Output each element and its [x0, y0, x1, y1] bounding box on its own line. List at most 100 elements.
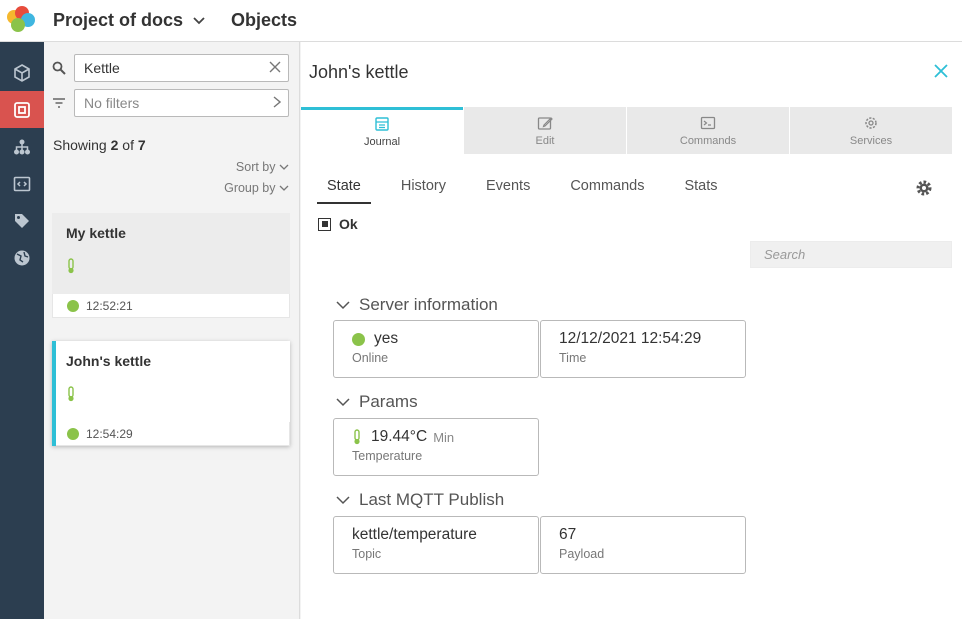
object-card-selected[interactable]: John's kettle 12:54:29 — [52, 341, 290, 446]
object-status: 12:52:21 — [52, 294, 290, 318]
nav-code-icon[interactable] — [0, 165, 44, 202]
clear-icon[interactable] — [269, 60, 281, 76]
online-field: yes Online — [333, 320, 539, 378]
online-label: Online — [352, 351, 389, 365]
state-indicator: Ok — [318, 216, 358, 232]
chevron-down-icon — [279, 185, 289, 191]
nav-hierarchy-icon[interactable] — [0, 128, 44, 165]
search-input-value: Kettle — [84, 60, 120, 76]
showing-prefix: Showing — [53, 137, 111, 153]
tab-services-label: Services — [849, 134, 893, 147]
topic-value: kettle/temperature — [352, 526, 477, 543]
object-card-body: My kettle — [52, 213, 290, 294]
nav-cube-icon[interactable] — [0, 54, 44, 91]
online-status-dot — [67, 427, 79, 440]
thermometer-icon — [66, 258, 276, 279]
subtab-history[interactable]: History — [391, 172, 456, 204]
filter-row: No filters — [52, 89, 290, 117]
left-nav — [0, 42, 44, 619]
section-server-info-title: Server information — [359, 295, 498, 314]
services-gear-icon — [865, 116, 877, 129]
state-label: Ok — [339, 216, 358, 232]
time-value: 12/12/2021 12:54:29 — [559, 330, 702, 347]
object-list-panel: Kettle No filters Showing 2 of 7 Sort by… — [44, 42, 300, 619]
nav-tag-icon[interactable] — [0, 202, 44, 239]
journal-icon — [375, 117, 389, 131]
temperature-unit: Min — [433, 429, 455, 445]
topic-field: kettle/temperature Topic — [333, 516, 539, 574]
close-button[interactable] — [934, 62, 948, 82]
chevron-down-icon — [336, 300, 350, 309]
nav-objects-icon[interactable] — [0, 91, 44, 128]
object-status: 12:54:29 — [52, 422, 290, 446]
tab-journal-label: Journal — [363, 136, 401, 148]
chevron-down-icon — [336, 495, 350, 504]
project-name: Project of docs — [53, 10, 184, 30]
sub-tabs: State History Events Commands Stats — [317, 172, 748, 204]
object-name: My kettle — [66, 225, 126, 241]
subtab-commands[interactable]: Commands — [560, 172, 654, 204]
search-row: Kettle — [52, 54, 290, 82]
state-icon — [318, 217, 331, 231]
section-params[interactable]: Params — [336, 392, 418, 412]
online-value: yes — [374, 330, 399, 347]
tab-journal[interactable]: Journal — [301, 107, 463, 154]
chevron-down-icon — [279, 164, 289, 170]
tab-commands[interactable]: Commands — [627, 107, 789, 154]
group-by-label: Group by — [224, 181, 276, 195]
subtab-stats[interactable]: Stats — [674, 172, 727, 204]
chevron-down-icon — [336, 397, 350, 406]
subtab-events[interactable]: Events — [476, 172, 540, 204]
results-count: Showing 2 of 7 — [53, 137, 146, 153]
object-detail-panel: John's kettle Journal Edit Commands Serv… — [301, 42, 962, 619]
section-mqtt[interactable]: Last MQTT Publish — [336, 490, 504, 510]
topic-label: Topic — [352, 547, 382, 561]
state-search-input[interactable]: Search — [750, 241, 952, 268]
search-icon — [52, 61, 74, 75]
section-title: Objects — [231, 10, 298, 30]
section-params-title: Params — [359, 392, 418, 411]
sort-by-label: Sort by — [235, 160, 276, 174]
close-icon — [934, 64, 948, 78]
terminal-icon — [700, 116, 716, 129]
temperature-value: 19.44°C — [371, 428, 428, 445]
thermometer-icon — [354, 429, 360, 445]
chevron-down-icon — [193, 14, 205, 28]
object-card[interactable]: My kettle 12:52:21 — [52, 213, 290, 318]
tab-services[interactable]: Services — [790, 107, 952, 154]
tab-commands-label: Commands — [679, 134, 737, 147]
group-by-dropdown[interactable]: Group by — [224, 181, 289, 195]
chevron-right-icon — [273, 95, 282, 111]
temperature-label: Temperature — [352, 449, 423, 463]
temperature-field: 19.44°C Min Temperature — [333, 418, 539, 476]
state-search-placeholder: Search — [764, 247, 806, 262]
time-field: 12/12/2021 12:54:29 Time — [540, 320, 746, 378]
tab-edit-label: Edit — [535, 134, 555, 147]
section-mqtt-title: Last MQTT Publish — [359, 490, 505, 509]
object-title: John's kettle — [309, 62, 409, 82]
sort-by-dropdown[interactable]: Sort by — [236, 160, 289, 174]
nav-globe-icon[interactable] — [0, 239, 44, 276]
showing-of: of — [118, 137, 138, 153]
subtab-state[interactable]: State — [317, 172, 371, 204]
search-input[interactable]: Kettle — [74, 54, 289, 82]
object-card-body: John's kettle — [52, 341, 290, 422]
edit-icon — [537, 116, 553, 130]
thermometer-icon — [66, 386, 276, 407]
project-selector[interactable]: Project of docs — [53, 10, 205, 31]
main-tabs: Journal Edit Commands Services — [301, 107, 953, 154]
settings-gear-icon[interactable] — [915, 179, 933, 202]
payload-label: Payload — [559, 547, 605, 561]
filter-placeholder: No filters — [84, 95, 140, 111]
payload-field: 67 Payload — [540, 516, 746, 574]
payload-value: 67 — [559, 526, 577, 543]
top-bar: Project of docs Objects — [0, 0, 962, 42]
tab-edit[interactable]: Edit — [464, 107, 626, 154]
object-time: 12:54:29 — [86, 426, 133, 441]
section-server-info[interactable]: Server information — [336, 295, 498, 315]
app-logo[interactable] — [0, 0, 44, 42]
filter-input[interactable]: No filters — [74, 89, 289, 117]
time-label: Time — [559, 351, 587, 365]
online-status-dot — [67, 299, 79, 312]
object-time: 12:52:21 — [86, 298, 133, 313]
